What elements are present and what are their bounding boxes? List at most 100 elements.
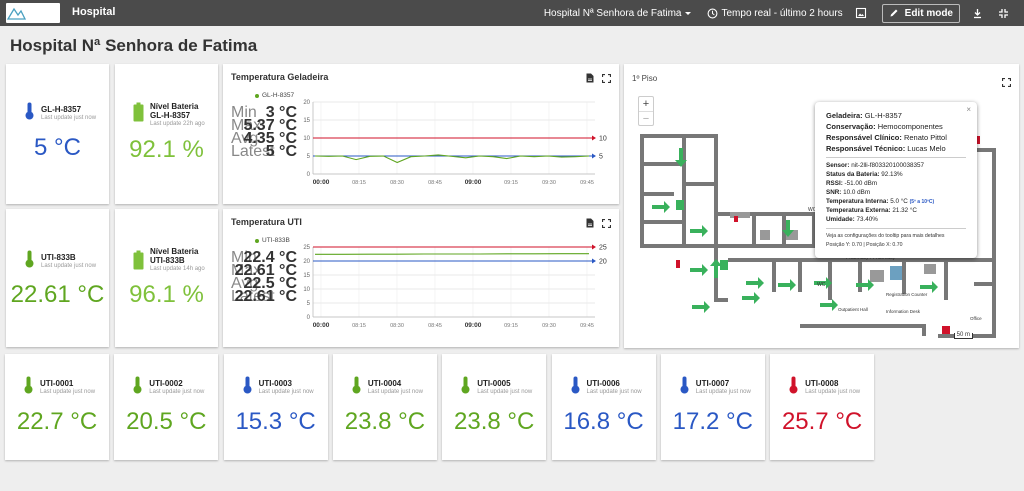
map-scale: 50 m	[953, 332, 973, 339]
x-tick-label: 09:30	[542, 323, 556, 329]
tt-value: 10.0 dBm	[843, 189, 871, 196]
thermometer-icon	[25, 102, 34, 120]
threshold-arrow	[592, 135, 596, 141]
tooltip-close-button[interactable]: ×	[966, 105, 971, 114]
tt-key: Conservação:	[826, 122, 876, 131]
fullscreen-exit-button[interactable]	[998, 8, 1012, 19]
top-bar: Hospital Hospital Nª Senhora de Fatima T…	[0, 0, 1024, 26]
legend-item[interactable]: GL-H-8357	[255, 92, 294, 99]
app-title: Hospital	[72, 6, 116, 18]
x-tick-label: 08:30	[390, 180, 404, 186]
device-updated: Last update just now	[805, 389, 861, 395]
device-value: 22.7 °C	[16, 408, 98, 435]
map-label-outpatient: Outpatient Hall	[838, 307, 868, 312]
thermometer-icon	[461, 376, 470, 394]
edit-mode-button[interactable]: Edit mode	[881, 3, 960, 23]
y-tick-label: 5	[307, 301, 311, 307]
x-tick-label: 09:45	[580, 180, 594, 186]
x-tick-label: 00:00	[313, 322, 330, 329]
image-icon	[855, 7, 866, 19]
fullscreen-button[interactable]	[601, 70, 612, 88]
x-tick-label: 08:15	[352, 323, 366, 329]
series-line	[315, 253, 590, 255]
legend-item[interactable]: UTI-833B	[255, 237, 290, 244]
device-card-uti-0001[interactable]: UTI-0001 Last update just now 22.7 °C	[5, 354, 109, 460]
device-card-uti-0007[interactable]: UTI-0007 Last update just now 17.2 °C	[660, 354, 765, 460]
y-tick-label: 10	[303, 136, 310, 142]
snapshot-button[interactable]	[855, 7, 870, 19]
x-tick-label: 09:15	[504, 180, 518, 186]
x-tick-label: 08:30	[390, 323, 404, 329]
clock-icon	[708, 8, 718, 18]
elevator-icon	[890, 266, 902, 280]
tt-position: Posição Y: 0.70 | Posição X: 0.70	[826, 242, 903, 248]
location-label: Hospital Nª Senhora de Fatima	[543, 7, 682, 19]
device-name: Nível Bateria	[150, 102, 199, 111]
device-value: 5 °C	[34, 134, 81, 161]
device-updated: Last update just now	[258, 389, 314, 395]
device-name: UTI-0002	[149, 379, 183, 388]
device-value: 16.8 °C	[563, 408, 644, 435]
device-value: 23.8 °C	[454, 408, 535, 435]
y-tick-label: 5	[307, 154, 311, 160]
threshold-label: 10	[599, 136, 607, 143]
export-csv-button[interactable]	[586, 70, 594, 88]
device-card-uti-0002[interactable]: UTI-0002 Last update just now 20.5 °C	[114, 354, 219, 460]
zoom-out-button[interactable]: −	[639, 111, 653, 125]
chart-panel-geladeira: Temperatura Geladeira GL-H-8357 Min 3 °C M…	[223, 64, 619, 204]
battery-icon	[133, 102, 144, 122]
download-button[interactable]	[972, 8, 986, 19]
y-tick-label: 0	[307, 315, 311, 321]
device-name: UTI-0005	[477, 379, 511, 388]
y-tick-label: 15	[303, 118, 310, 124]
device-updated: Last update just now	[586, 389, 642, 395]
device-name-secondary: UTI-833B	[150, 256, 185, 265]
device-name: UTI-0007	[695, 379, 730, 388]
tt-key: SNR:	[826, 189, 842, 196]
x-tick-label: 08:15	[352, 180, 366, 186]
zoom-in-button[interactable]: +	[639, 97, 653, 111]
fire-extinguisher-icon	[942, 326, 950, 334]
map-label-office: Office	[970, 316, 982, 321]
device-card-uti-0004[interactable]: UTI-0004 Last update just now 23.8 °C	[332, 354, 437, 460]
device-updated: Last update just now	[40, 389, 96, 395]
tt-value: 5.0 °C	[890, 198, 908, 205]
device-value: 96.1 %	[129, 281, 204, 308]
stat-value: 5 °C	[265, 143, 297, 160]
map-label-registration: Registration Counter	[886, 292, 928, 297]
device-name: UTI-0003	[258, 379, 292, 388]
fullscreen-button[interactable]	[601, 215, 612, 233]
tt-value: Hemocomponentes	[877, 122, 943, 131]
device-card-uti-0006[interactable]: UTI-0006 Last update just now 16.8 °C	[551, 354, 656, 460]
device-card-gl-battery[interactable]: Nível Bateria GL-H-8357 Last update 22h …	[115, 64, 218, 204]
download-icon	[974, 8, 981, 18]
device-value: 23.8 °C	[344, 408, 426, 435]
device-updated: Last update just now	[149, 389, 205, 395]
device-card-uti-0005[interactable]: UTI-0005 Last update just now 23.8 °C	[442, 354, 547, 460]
svg-text:WC: WC	[817, 282, 826, 288]
location-selector[interactable]: Hospital Nª Senhora de Fatima	[544, 8, 696, 19]
tt-value: Renato Pittol	[903, 133, 947, 142]
device-name: UTI-0001	[40, 379, 74, 388]
device-value: 20.5 °C	[126, 408, 207, 435]
divider	[826, 157, 966, 158]
tt-key: Temperatura Interna:	[826, 198, 889, 205]
device-card-uti-temp[interactable]: UTI-833B Last update just now 22.61 °C	[6, 209, 109, 347]
threshold-arrow	[592, 153, 596, 159]
legend-label: GL-H-8357	[262, 92, 295, 99]
device-tooltip: × Geladeira: GL-H-8357 Conservação: Hemo…	[815, 102, 977, 258]
fullscreen-exit-icon	[999, 8, 1008, 18]
chart-panel-uti: Temperatura UTI UTI-833B Min 22.4 °C Max 22…	[223, 209, 619, 347]
time-range-selector[interactable]: Tempo real - último 2 hours	[707, 8, 843, 19]
tt-value: 21.32 °C	[892, 207, 917, 214]
thermometer-icon	[352, 376, 361, 394]
device-card-uti-0008[interactable]: UTI-0008 Last update just now 25.7 °C	[770, 354, 875, 460]
x-tick-label: 09:15	[504, 323, 518, 329]
device-card-uti-battery[interactable]: Nível Bateria UTI-833B Last update 14h a…	[115, 209, 218, 347]
device-card-uti-0003[interactable]: UTI-0003 Last update just now 15.3 °C	[223, 354, 328, 460]
export-csv-button[interactable]	[586, 215, 594, 233]
device-updated: Last update just now	[41, 115, 97, 121]
device-card-gl-temp[interactable]: GL-H-8357 Last update just now 5 °C	[6, 64, 109, 204]
thermometer-icon	[24, 376, 33, 394]
tt-key: Status da Bateria:	[826, 171, 880, 178]
